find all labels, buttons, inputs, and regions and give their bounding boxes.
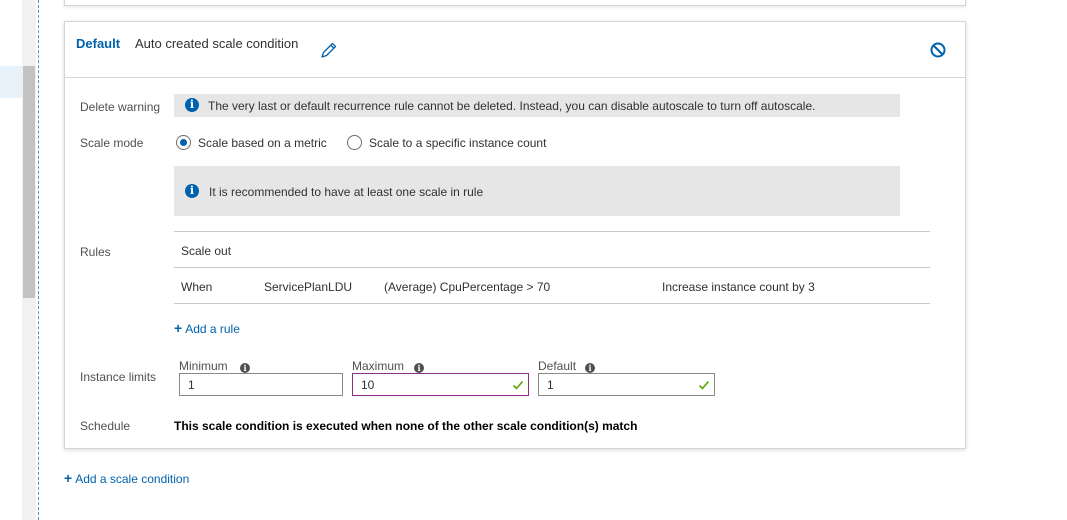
default-label: Default <box>76 36 121 51</box>
scale-instance-count-radio[interactable] <box>347 135 362 150</box>
previous-condition-card <box>64 0 966 6</box>
checkmark-icon <box>698 380 710 390</box>
maximum-value: 10 <box>361 378 375 392</box>
rule-condition: (Average) CpuPercentage > 70 <box>384 280 551 294</box>
scale-condition-card: Default Auto created scale condition Del… <box>64 21 966 449</box>
rules-divider <box>174 231 930 232</box>
minimum-value: 1 <box>188 378 195 392</box>
maximum-label: Maximum <box>352 359 405 373</box>
maximum-input[interactable]: 10 <box>352 373 529 396</box>
minimum-label: Minimum <box>179 359 228 373</box>
plus-icon: + <box>174 320 183 336</box>
plus-icon: + <box>64 470 73 486</box>
recommendation-text: It is recommended to have at least one s… <box>209 185 484 199</box>
info-icon: i <box>185 184 199 198</box>
schedule-label: Schedule <box>80 419 131 433</box>
info-icon: i <box>185 98 199 112</box>
delete-warning-label: Delete warning <box>80 100 161 114</box>
scale-mode-label: Scale mode <box>80 136 144 150</box>
info-icon[interactable]: i <box>414 363 424 373</box>
disable-icon[interactable] <box>929 41 947 59</box>
timeline-divider <box>38 0 39 520</box>
condition-name: Auto created scale condition <box>135 36 299 51</box>
rules-divider <box>174 267 930 268</box>
scale-out-title: Scale out <box>181 244 232 258</box>
left-panel-selected-item[interactable] <box>0 66 22 98</box>
pencil-icon[interactable] <box>319 40 339 60</box>
scale-instance-count-label[interactable]: Scale to a specific instance count <box>369 136 546 150</box>
delete-warning-text: The very last or default recurrence rule… <box>208 99 816 113</box>
scale-metric-radio[interactable] <box>176 135 191 150</box>
rule-resource: ServicePlanLDU <box>264 280 353 294</box>
default-count-value: 1 <box>547 378 554 392</box>
rule-action: Increase instance count by 3 <box>662 280 815 294</box>
rule-when: When <box>181 280 213 294</box>
scale-metric-label[interactable]: Scale based on a metric <box>198 136 327 150</box>
scrollbar-thumb[interactable] <box>23 66 35 298</box>
minimum-input[interactable]: 1 <box>179 373 343 396</box>
instance-limits-label: Instance limits <box>80 370 157 384</box>
condition-header: Default Auto created scale condition <box>65 22 965 78</box>
rules-divider <box>174 303 930 304</box>
add-scale-condition-link[interactable]: + Add a scale condition <box>64 470 189 486</box>
checkmark-icon <box>512 380 524 390</box>
rules-label: Rules <box>80 245 111 259</box>
default-count-input[interactable]: 1 <box>538 373 715 396</box>
recommendation-banner: i It is recommended to have at least one… <box>174 166 900 216</box>
add-rule-link[interactable]: + Add a rule <box>174 320 240 336</box>
add-rule-label[interactable]: Add a rule <box>185 322 240 336</box>
info-icon[interactable]: i <box>585 363 595 373</box>
delete-warning-banner: i The very last or default recurrence ru… <box>174 94 900 117</box>
info-icon[interactable]: i <box>240 363 250 373</box>
schedule-text: This scale condition is executed when no… <box>174 419 638 433</box>
default-count-label: Default <box>538 359 577 373</box>
add-scale-condition-label[interactable]: Add a scale condition <box>75 472 189 486</box>
